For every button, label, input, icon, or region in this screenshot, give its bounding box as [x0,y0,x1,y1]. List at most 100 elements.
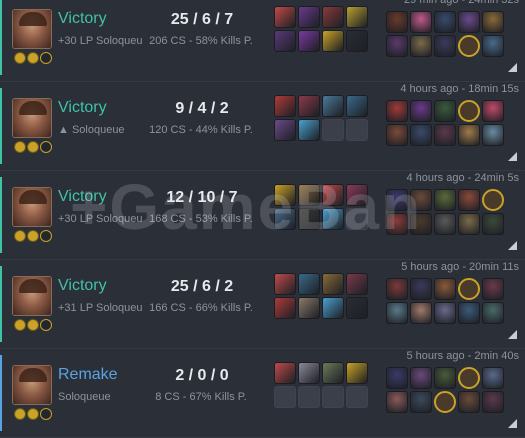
item-icon[interactable] [298,95,320,117]
champion-icon[interactable] [386,124,408,146]
champion-icon[interactable] [482,367,504,389]
player-champion-icon[interactable] [458,100,480,122]
item-icon[interactable] [298,119,320,141]
champion-portrait[interactable] [12,9,52,49]
champion-portrait[interactable] [12,365,52,405]
item-icon[interactable] [274,119,296,141]
item-icon[interactable] [322,297,344,319]
item-icon[interactable] [322,184,344,206]
match-row[interactable]: Victory +30 LP Soloqueue 12 / 10 / 7 168 CS… [0,171,525,260]
champion-icon[interactable] [482,391,504,413]
champion-icon[interactable] [386,11,408,33]
champion-icon[interactable] [458,11,480,33]
champion-icon[interactable] [410,213,432,235]
champion-icon[interactable] [410,189,432,211]
item-icon[interactable] [346,297,368,319]
player-champion-icon[interactable] [458,278,480,300]
champion-icon[interactable] [482,302,504,324]
item-icon[interactable] [298,362,320,384]
item-icon[interactable] [322,6,344,28]
champion-icon[interactable] [410,367,432,389]
item-icon[interactable] [274,273,296,295]
match-row[interactable]: Victory ▲ Soloqueue 9 / 4 / 2 120 CS - 44% … [0,82,525,171]
expand-corner-icon[interactable] [508,241,517,250]
champion-portrait[interactable] [12,276,52,316]
champion-icon[interactable] [482,35,504,57]
item-icon[interactable] [322,273,344,295]
item-icon[interactable] [322,362,344,384]
champion-icon[interactable] [434,278,456,300]
item-icon[interactable] [274,95,296,117]
item-icon[interactable] [322,208,344,230]
item-icon[interactable] [346,95,368,117]
champion-icon[interactable] [482,278,504,300]
champion-icon[interactable] [434,302,456,324]
item-build [274,6,370,54]
champion-icon[interactable] [386,189,408,211]
champion-icon[interactable] [482,100,504,122]
champion-portrait[interactable] [12,187,52,227]
champion-icon[interactable] [434,11,456,33]
champion-icon[interactable] [458,124,480,146]
item-icon[interactable] [346,6,368,28]
match-row[interactable]: Victory +31 LP Soloqueue 25 / 6 / 2 166 CS … [0,260,525,349]
champion-icon[interactable] [410,391,432,413]
champion-icon[interactable] [410,11,432,33]
champion-icon[interactable] [482,11,504,33]
item-icon[interactable] [274,184,296,206]
champion-icon[interactable] [386,391,408,413]
champion-portrait[interactable] [12,98,52,138]
item-icon[interactable] [274,208,296,230]
item-icon[interactable] [274,6,296,28]
item-icon[interactable] [298,297,320,319]
match-row[interactable]: Victory +30 LP Soloqueue 25 / 6 / 7 206 CS … [0,0,525,82]
champion-icon[interactable] [386,213,408,235]
item-icon[interactable] [298,208,320,230]
item-icon[interactable] [298,30,320,52]
champion-icon[interactable] [410,302,432,324]
item-icon[interactable] [298,184,320,206]
champion-icon[interactable] [434,124,456,146]
champion-icon[interactable] [434,367,456,389]
item-icon[interactable] [274,362,296,384]
expand-corner-icon[interactable] [508,63,517,72]
champion-icon[interactable] [482,124,504,146]
champion-icon[interactable] [386,35,408,57]
cs-kill-participation: 8 CS - 67% Kills P. [155,391,247,403]
expand-corner-icon[interactable] [508,152,517,161]
champion-icon[interactable] [410,278,432,300]
item-icon[interactable] [346,362,368,384]
champion-icon[interactable] [386,100,408,122]
match-row[interactable]: Remake Soloqueue 2 / 0 / 0 8 CS - 67% Kills… [0,349,525,438]
champion-icon[interactable] [386,302,408,324]
player-champion-icon[interactable] [482,189,504,211]
champion-icon[interactable] [458,391,480,413]
champion-icon[interactable] [410,124,432,146]
expand-corner-icon[interactable] [508,419,517,428]
champion-icon[interactable] [482,213,504,235]
champion-icon[interactable] [434,100,456,122]
expand-corner-icon[interactable] [508,330,517,339]
champion-icon[interactable] [434,213,456,235]
champion-icon[interactable] [458,213,480,235]
champion-icon[interactable] [386,278,408,300]
item-icon[interactable] [322,30,344,52]
champion-icon[interactable] [386,367,408,389]
player-champion-icon[interactable] [434,391,456,413]
item-icon[interactable] [298,273,320,295]
item-icon[interactable] [322,95,344,117]
item-icon[interactable] [346,184,368,206]
champion-icon[interactable] [434,189,456,211]
item-icon[interactable] [274,30,296,52]
item-icon[interactable] [298,6,320,28]
item-icon[interactable] [346,273,368,295]
champion-icon[interactable] [458,189,480,211]
item-icon[interactable] [274,297,296,319]
player-champion-icon[interactable] [458,367,480,389]
champion-icon[interactable] [458,302,480,324]
champion-icon[interactable] [434,35,456,57]
item-icon[interactable] [346,30,368,52]
champion-icon[interactable] [410,100,432,122]
champion-icon[interactable] [410,35,432,57]
player-champion-icon[interactable] [458,35,480,57]
